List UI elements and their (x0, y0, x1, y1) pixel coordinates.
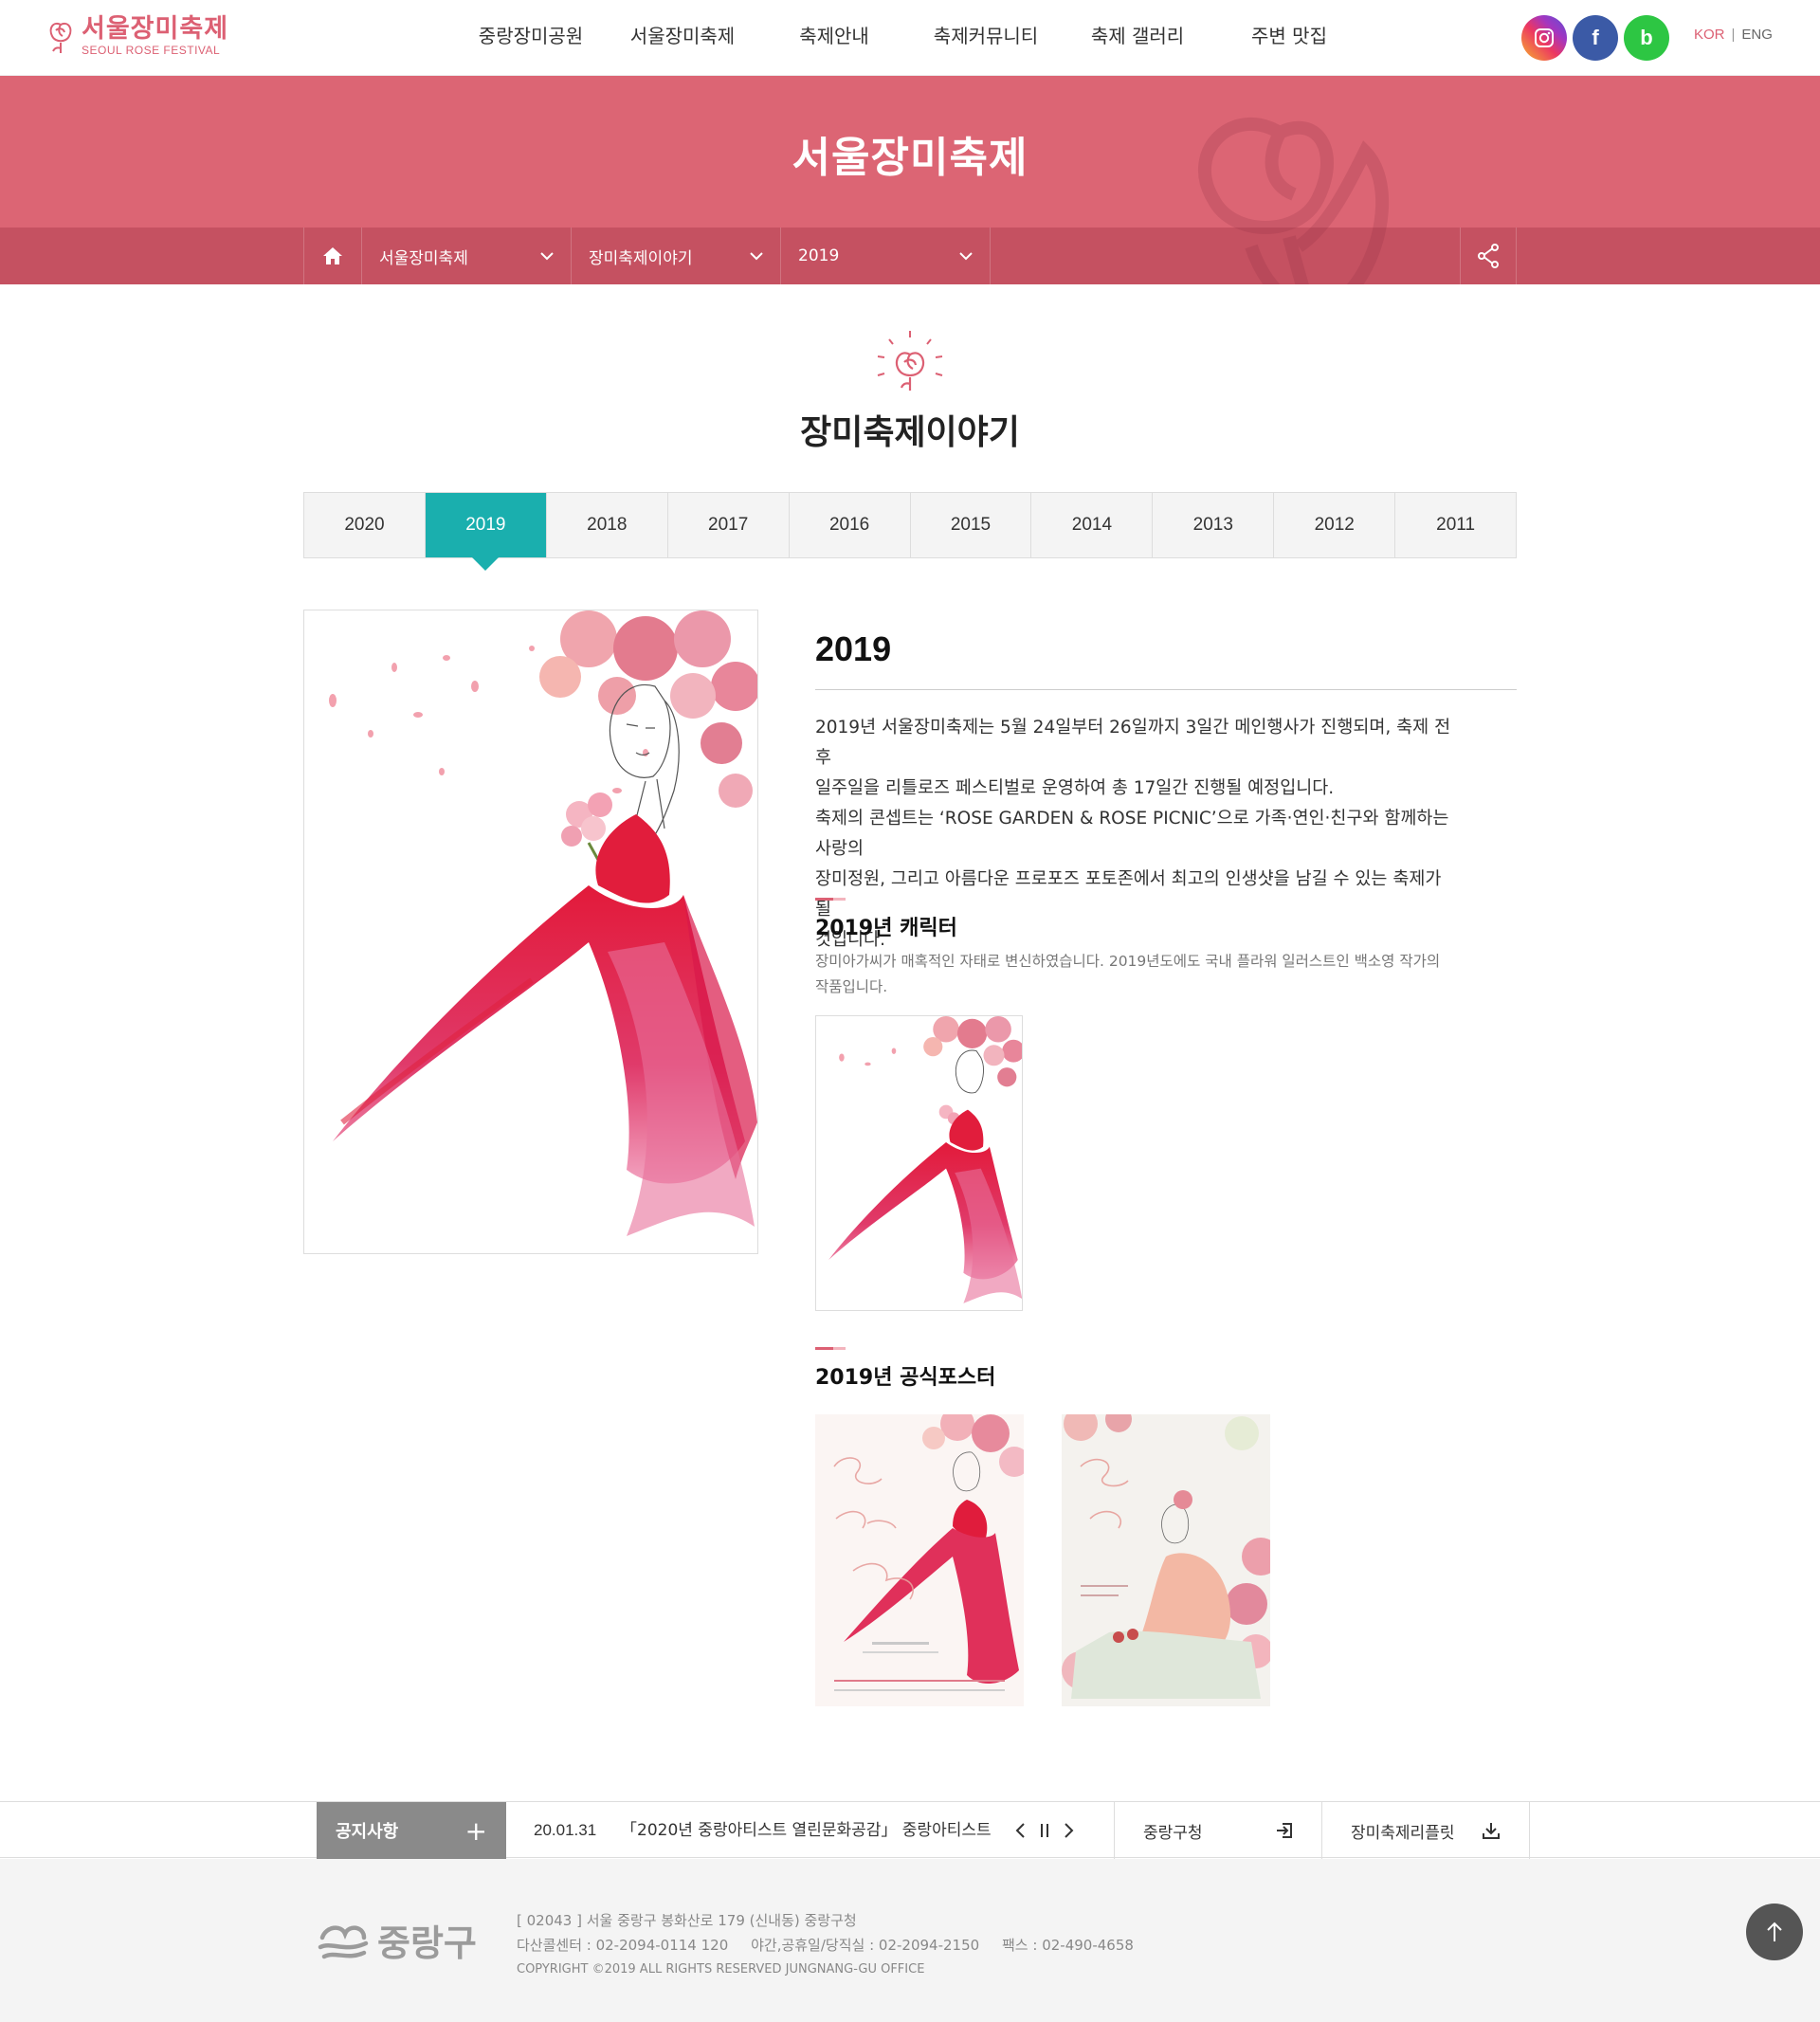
instagram-icon[interactable] (1521, 15, 1567, 61)
quick-link-district-office[interactable]: 중랑구청 (1114, 1802, 1322, 1859)
site-logo[interactable]: 서울장미축제 SEOUL ROSE FESTIVAL (46, 15, 228, 57)
chevron-down-icon (959, 251, 973, 260)
notice-controls (1014, 1802, 1075, 1859)
logo-korean: 서울장미축제 (82, 14, 229, 44)
notice-date: 20.01.31 (534, 1821, 597, 1839)
rose-logo-icon (49, 23, 72, 53)
tab-2014[interactable]: 2014 (1031, 493, 1154, 557)
download-icon (1483, 1823, 1500, 1839)
notice-more-button[interactable]: 공지사항 + (317, 1802, 506, 1859)
nav-item-rose-festival[interactable]: 서울장미축제 (607, 0, 758, 76)
site-footer: 중랑구 [ 02043 ] 서울 중랑구 봉화산로 179 (신내동) 중랑구청… (0, 1859, 1820, 2022)
quick-link-label: 중랑구청 (1143, 1823, 1203, 1843)
character-title: 2019년 캐릭터 (815, 917, 957, 940)
visual-title: 서울장미축제 (792, 134, 1028, 182)
location-select-depth3-label: 2019 (798, 246, 840, 265)
location-select-depth1-label: 서울장미축제 (379, 248, 468, 268)
lang-kor[interactable]: KOR (1694, 27, 1725, 43)
chevron-left-icon[interactable] (1014, 1822, 1026, 1839)
facebook-icon[interactable]: f (1573, 15, 1618, 61)
official-poster-1[interactable] (815, 1414, 1024, 1706)
scroll-top-button[interactable] (1746, 1904, 1803, 1960)
rose-title-icon (877, 331, 943, 391)
lang-separator: | (1731, 27, 1736, 43)
external-link-icon (1277, 1823, 1292, 1838)
tab-2016[interactable]: 2016 (790, 493, 911, 557)
logo-english: SEOUL ROSE FESTIVAL (82, 44, 221, 57)
nav-item-restaurants[interactable]: 주변 맛집 (1213, 0, 1365, 76)
section-bar (815, 1347, 846, 1350)
tab-2020[interactable]: 2020 (304, 493, 426, 557)
pause-icon[interactable] (1039, 1823, 1050, 1838)
nav-item-community[interactable]: 축제커뮤니티 (910, 0, 1062, 76)
notice-link[interactable]: 「2020년 중랑아티스트 열린문화공감」 중랑아티스트... (621, 1802, 991, 1859)
home-icon (323, 247, 342, 264)
nav-item-rose-park[interactable]: 중랑장미공원 (455, 0, 607, 76)
sns-links: f b (1521, 15, 1669, 61)
share-icon (1478, 244, 1499, 268)
tab-2013[interactable]: 2013 (1153, 493, 1275, 557)
desc-line: 일주일을 리틀로즈 페스티벌로 운영하여 총 17일간 진행될 예정입니다. (815, 778, 1335, 798)
footer-copyright: COPYRIGHT ©2019 ALL RIGHTS RESERVED JUNG… (517, 1962, 925, 1976)
official-poster-2[interactable] (1062, 1414, 1270, 1706)
main-character-illustration (303, 610, 758, 1254)
main-nav: 중랑장미공원 서울장미축제 축제안내 축제커뮤니티 축제 갤러리 주변 맛집 (455, 0, 1365, 76)
notice-bar: 공지사항 + 20.01.31 「2020년 중랑아티스트 열린문화공감」 중랑… (0, 1801, 1820, 1859)
location-select-depth2-label: 장미축제이야기 (589, 248, 693, 268)
character-desc-line: 장미아가씨가 매혹적인 자태로 변신하였습니다. 2019년도에도 국내 플라워… (815, 953, 1441, 970)
page-title: 장미축제이야기 (800, 413, 1020, 452)
footer-logo-text: 중랑구 (377, 1922, 477, 1964)
plus-icon: + (464, 1814, 487, 1847)
footer-logo: 중랑구 (317, 1914, 477, 1966)
info-year: 2019 (815, 629, 892, 668)
location-bar: 서울장미축제 장미축제이야기 2019 (0, 228, 1820, 284)
festival-info: 2019 2019년 서울장미축제는 5월 24일부터 26일까지 3일간 메인… (815, 610, 1517, 956)
divider (815, 689, 1517, 690)
tab-2012[interactable]: 2012 (1274, 493, 1396, 557)
footer-info: [ 02043 ] 서울 중랑구 봉화산로 179 (신내동) 중랑구청 다산콜… (517, 1908, 1134, 1982)
home-button[interactable] (303, 228, 362, 284)
tab-2019[interactable]: 2019 (425, 493, 547, 571)
character-description: 장미아가씨가 매혹적인 자태로 변신하였습니다. 2019년도에도 국내 플라워… (815, 949, 1460, 1000)
chevron-down-icon (750, 251, 763, 260)
tab-2018[interactable]: 2018 (547, 493, 668, 557)
quick-link-leaflet[interactable]: 장미축제리플릿 (1321, 1802, 1530, 1859)
sub-visual: 서울장미축제 서울장미축제 장미축제이야기 2019 (0, 76, 1820, 284)
lang-eng[interactable]: ENG (1741, 27, 1773, 43)
character-thumbnail[interactable] (815, 1015, 1023, 1311)
year-tabs: 2020 2019 2018 2017 2016 2015 2014 2013 … (303, 492, 1517, 571)
section-bar (815, 898, 846, 901)
chevron-right-icon[interactable] (1064, 1822, 1075, 1839)
chevron-down-icon (540, 251, 554, 260)
language-switch: KOR | ENG (1694, 27, 1773, 43)
desc-line: 축제의 콘셉트는 ‘ROSE GARDEN & ROSE PICNIC’으로 가… (815, 809, 1449, 859)
nav-item-festival-guide[interactable]: 축제안내 (758, 0, 910, 76)
tab-2011[interactable]: 2011 (1395, 493, 1516, 557)
character-desc-line: 작품입니다. (815, 978, 888, 995)
tab-2017[interactable]: 2017 (668, 493, 790, 557)
footer-contacts: 다산콜센터 : 02-2094-0114 120 야간,공휴일/당직실 : 02… (517, 1937, 1134, 1954)
notice-label: 공지사항 (336, 1822, 399, 1842)
tab-2015[interactable]: 2015 (911, 493, 1032, 557)
location-select-depth1[interactable]: 서울장미축제 (362, 228, 572, 284)
nav-item-gallery[interactable]: 축제 갤러리 (1062, 0, 1213, 76)
blog-icon[interactable]: b (1624, 15, 1669, 61)
footer-address: [ 02043 ] 서울 중랑구 봉화산로 179 (신내동) 중랑구청 (517, 1912, 857, 1929)
site-header: 서울장미축제 SEOUL ROSE FESTIVAL 중랑장미공원 서울장미축제… (0, 0, 1820, 76)
jungnang-logo-icon (318, 1924, 369, 1958)
quick-link-label: 장미축제리플릿 (1351, 1823, 1455, 1843)
share-button[interactable] (1460, 228, 1517, 284)
desc-line: 2019년 서울장미축제는 5월 24일부터 26일까지 3일간 메인행사가 진… (815, 718, 1451, 768)
arrow-up-icon (1767, 1922, 1782, 1941)
location-select-depth2[interactable]: 장미축제이야기 (572, 228, 781, 284)
poster-title: 2019년 공식포스터 (815, 1366, 996, 1390)
location-select-depth3[interactable]: 2019 (781, 228, 991, 284)
